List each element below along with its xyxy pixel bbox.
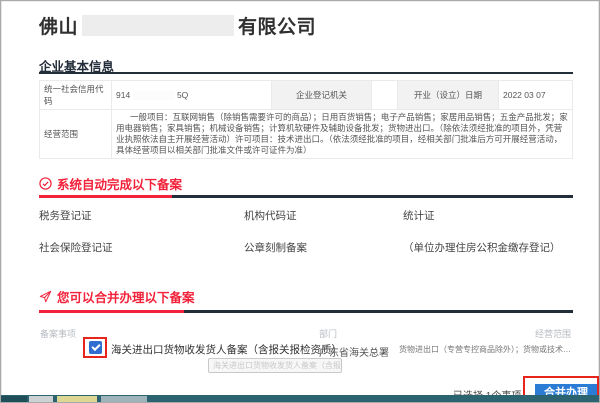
column-header-scope: 经营范围 (535, 327, 571, 340)
auto-item: 机构代码证 (244, 208, 403, 223)
taskbar-item[interactable] (1, 396, 27, 402)
open-date-value: 2022 03 07 (499, 81, 573, 110)
section-rule-auto (39, 195, 573, 198)
scope-label: 经营范围 (40, 110, 112, 159)
taskbar (1, 395, 600, 402)
merge-item-name: 海关进出口货物收发货人备案（含报关报检资质） (111, 342, 342, 357)
item-checkbox[interactable] (89, 341, 102, 354)
registry-label: 企业登记机关 (272, 81, 372, 110)
scope-value: 一般项目：互联网销售（除销售需要许可的商品）；日用百货销售；电子产品销售；家居用… (112, 110, 573, 159)
auto-item: （单位办理住房公积金缴存登记） (403, 240, 573, 255)
redacted-registry-value (372, 81, 398, 110)
basic-info-table: 统一社会信用代码 914 5Q 企业登记机关 开业（设立）日期 2022 03 … (39, 80, 573, 159)
check-circle-icon (39, 177, 52, 190)
auto-item: 社会保险登记证 (39, 240, 244, 255)
column-header-department: 部门 (319, 327, 337, 340)
company-name-suffix: 有限公司 (238, 17, 316, 38)
auto-items-grid: 税务登记证 机构代码证 统计证 社会保险登记证 公章刻制备案 （单位办理住房公积… (39, 208, 573, 255)
credit-code-label: 统一社会信用代码 (40, 81, 112, 110)
auto-item: 税务登记证 (39, 208, 244, 223)
taskbar-item[interactable] (57, 396, 97, 402)
table-row: 经营范围 一般项目：互联网销售（除销售需要许可的商品）；日用百货销售；电子产品销… (40, 110, 573, 159)
open-date-label: 开业（设立）日期 (398, 81, 499, 110)
page-title: 佛山 有限公司 (39, 12, 316, 39)
section-rule-merge (39, 310, 573, 313)
auto-section-title: 系统自动完成以下备案 (57, 174, 182, 193)
auto-item: 统计证 (403, 208, 573, 223)
merge-item-department: 广东省海关总署 (319, 344, 389, 359)
app-window: 佛山有限公司 企业基本信息 统一社会信用代码 914 5Q 企业登记机关 开业（… (0, 0, 600, 403)
merge-section-title: 您可以合并办理以下备案 (57, 287, 195, 306)
merge-item-scope: 货物进出口（专营专控商品除外）；货物或技术… (393, 344, 571, 355)
merge-section-header: 您可以合并办理以下备案 (39, 287, 195, 306)
paper-plane-icon (39, 290, 52, 303)
item-tooltip: 海关进出口货物收发货人备案（含报关报检资质） (208, 358, 342, 373)
redacted-company-name (82, 15, 234, 36)
taskbar-item[interactable] (29, 396, 53, 402)
redacted-credit-code (133, 91, 175, 100)
company-name-prefix: 佛山 (39, 17, 78, 38)
table-row: 统一社会信用代码 914 5Q 企业登记机关 开业（设立）日期 2022 03 … (40, 81, 573, 110)
column-header-item: 备案事项 (40, 327, 76, 340)
credit-code-value: 914 5Q (112, 81, 272, 110)
section-rule-basic-info (39, 72, 573, 74)
auto-section-header: 系统自动完成以下备案 (39, 174, 182, 193)
taskbar-item[interactable] (101, 396, 147, 402)
auto-item: 公章刻制备案 (244, 240, 403, 255)
